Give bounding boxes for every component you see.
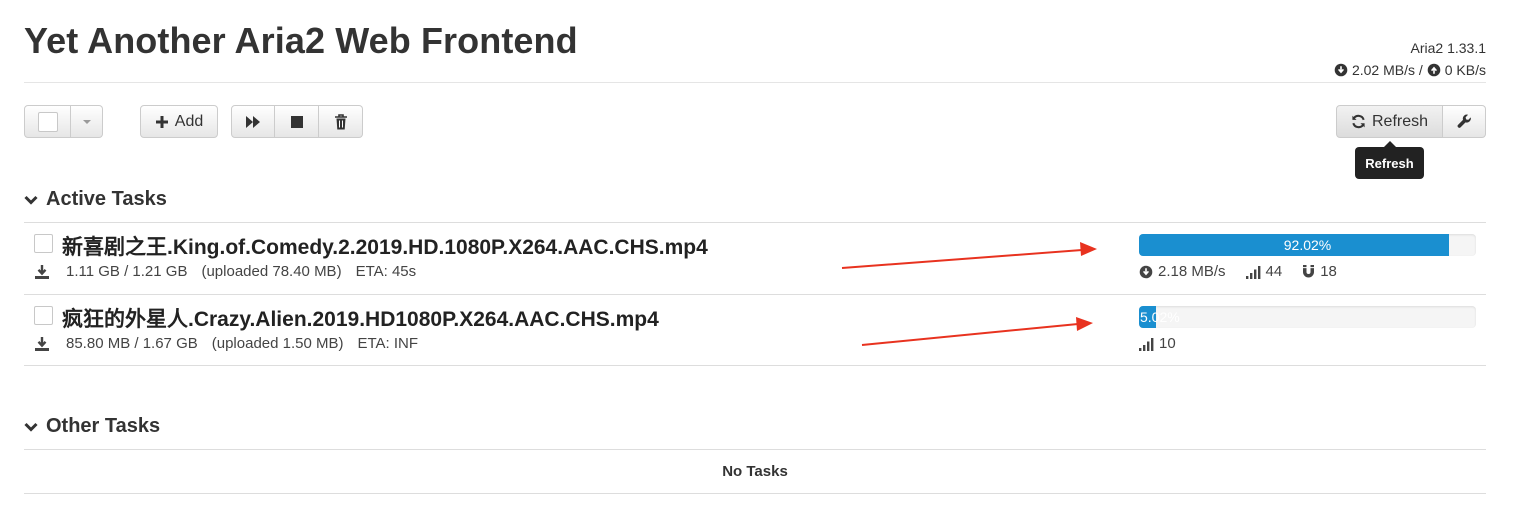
task-checkbox[interactable] (34, 306, 53, 325)
select-all-button[interactable] (24, 105, 71, 138)
download-icon (35, 264, 49, 279)
task-connections: 10 (1159, 335, 1176, 352)
refresh-icon (1352, 114, 1365, 129)
select-group (24, 105, 103, 138)
other-tasks-title: Other Tasks (46, 415, 161, 437)
wrench-icon (1457, 114, 1471, 128)
task-eta: ETA: 45s (355, 263, 417, 280)
task-progress-bar: 5.02% (1139, 306, 1476, 328)
refresh-tooltip: Refresh (1355, 141, 1424, 179)
stop-icon (290, 115, 303, 128)
signal-icon (1139, 337, 1154, 351)
caret-down-icon (82, 119, 91, 124)
task-size: 85.80 MB / 1.67 GB (66, 335, 198, 352)
task-name[interactable]: 新喜剧之王.King.of.Comedy.2.2019.HD.1080P.X26… (62, 231, 708, 261)
task-checkbox[interactable] (34, 234, 53, 253)
task-divider (24, 365, 1486, 366)
fast-forward-icon (246, 115, 260, 128)
add-group: Add (140, 105, 218, 138)
download-icon (35, 336, 49, 351)
task-meta: 1.11 GB / 1.21 GB (uploaded 78.40 MB) ET… (34, 263, 416, 280)
upload-speed-icon (1427, 63, 1441, 77)
add-label: Add (174, 112, 204, 130)
chevron-down-icon (24, 195, 38, 205)
aria2-version: Aria2 1.33.1 (1410, 40, 1487, 56)
task-row: 新喜剧之王.King.of.Comedy.2.2019.HD.1080P.X26… (24, 222, 1486, 294)
chevron-down-icon (24, 422, 38, 432)
delete-button[interactable] (319, 105, 363, 138)
active-tasks-heading[interactable]: Active Tasks (24, 188, 167, 211)
task-stats: 10 (1139, 335, 1176, 352)
header-divider (24, 82, 1486, 83)
task-eta: ETA: INF (357, 335, 419, 352)
task-connections: 44 (1265, 263, 1283, 280)
task-name[interactable]: 疯狂的外星人.Crazy.Alien.2019.HD1080P.X264.AAC… (62, 303, 659, 333)
download-speed-icon (1334, 63, 1348, 77)
control-group (231, 105, 363, 138)
pause-button[interactable] (275, 105, 319, 138)
app-title: Yet Another Aria2 Web Frontend (24, 20, 578, 61)
plus-icon (155, 115, 168, 128)
progress-label: 92.02% (1283, 237, 1332, 253)
other-tasks-heading[interactable]: Other Tasks (24, 415, 160, 438)
select-dropdown-button[interactable] (71, 105, 103, 138)
resume-button[interactable] (231, 105, 275, 138)
refresh-button[interactable]: Refresh (1336, 105, 1443, 138)
magnet-icon (1303, 265, 1315, 278)
settings-button[interactable] (1443, 105, 1486, 138)
download-speed-icon (1139, 265, 1153, 278)
checkbox-icon (37, 111, 58, 132)
task-size: 1.11 GB / 1.21 GB (66, 263, 188, 280)
upload-speed: 0 KB/s (1444, 62, 1486, 78)
section-divider (24, 449, 1486, 450)
task-seeders: 18 (1320, 263, 1337, 280)
trash-icon (334, 113, 347, 129)
section-divider (24, 493, 1486, 494)
empty-state: No Tasks (722, 463, 788, 480)
task-row: 疯狂的外星人.Crazy.Alien.2019.HD1080P.X264.AAC… (24, 294, 1486, 365)
global-speed: 2.02 MB/s / 0 KB/s (1334, 62, 1486, 78)
task-uploaded: (uploaded 1.50 MB) (211, 335, 344, 352)
task-speed: 2.18 MB/s (1158, 263, 1226, 280)
task-uploaded: (uploaded 78.40 MB) (201, 263, 342, 280)
active-tasks-title: Active Tasks (46, 188, 167, 210)
refresh-label: Refresh (1371, 112, 1429, 130)
task-meta: 85.80 MB / 1.67 GB (uploaded 1.50 MB) ET… (34, 335, 418, 352)
task-progress-bar: 92.02% (1139, 234, 1476, 256)
add-button[interactable]: Add (140, 105, 218, 138)
refresh-group: Refresh (1336, 105, 1486, 138)
signal-icon (1245, 265, 1260, 279)
download-speed: 2.02 MB/s / (1351, 62, 1423, 78)
progress-label: 5.02% (1140, 309, 1180, 325)
app-root: Yet Another Aria2 Web Frontend Aria2 1.3… (0, 0, 1538, 524)
task-stats: 2.18 MB/s 44 18 (1139, 263, 1337, 280)
